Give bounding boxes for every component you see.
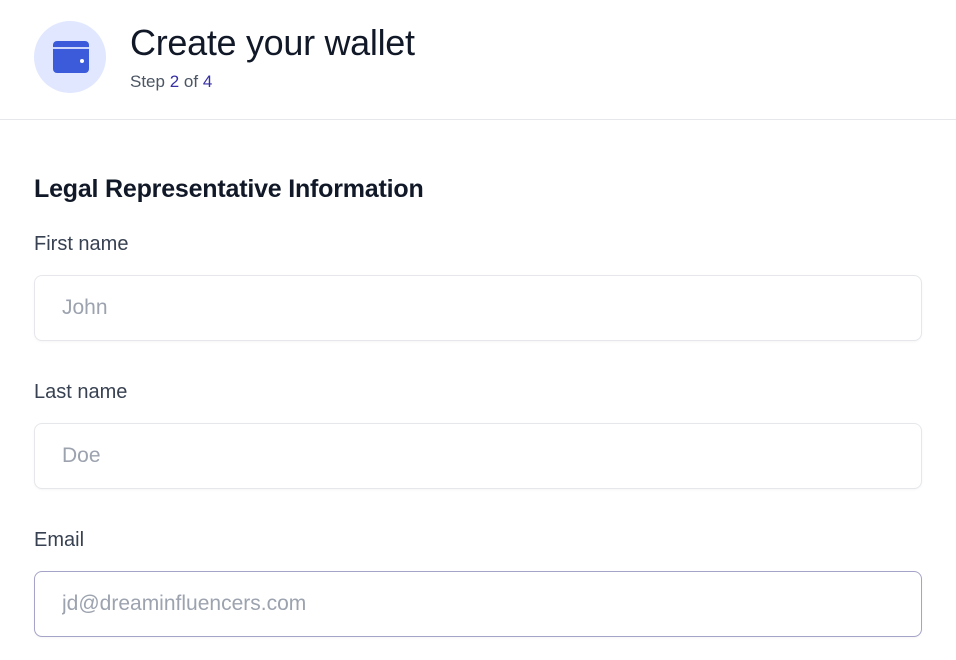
page-title: Create your wallet: [130, 22, 415, 63]
email-label: Email: [34, 529, 85, 551]
step-total: 4: [202, 72, 213, 91]
wallet-icon: [53, 41, 89, 73]
step-prefix: Step: [130, 72, 165, 91]
step-indicator: Step 2 of 4: [130, 72, 212, 92]
step-current: 2: [169, 72, 180, 91]
first-name-input[interactable]: [34, 275, 922, 341]
last-name-label: Last name: [34, 381, 128, 403]
step-of: of: [183, 72, 199, 91]
section-title: Legal Representative Information: [34, 175, 424, 203]
wallet-icon-badge: [34, 21, 106, 93]
email-input[interactable]: [34, 571, 922, 637]
first-name-label: First name: [34, 233, 129, 255]
last-name-input[interactable]: [34, 423, 922, 489]
page-header: Create your wallet Step 2 of 4: [0, 0, 956, 120]
